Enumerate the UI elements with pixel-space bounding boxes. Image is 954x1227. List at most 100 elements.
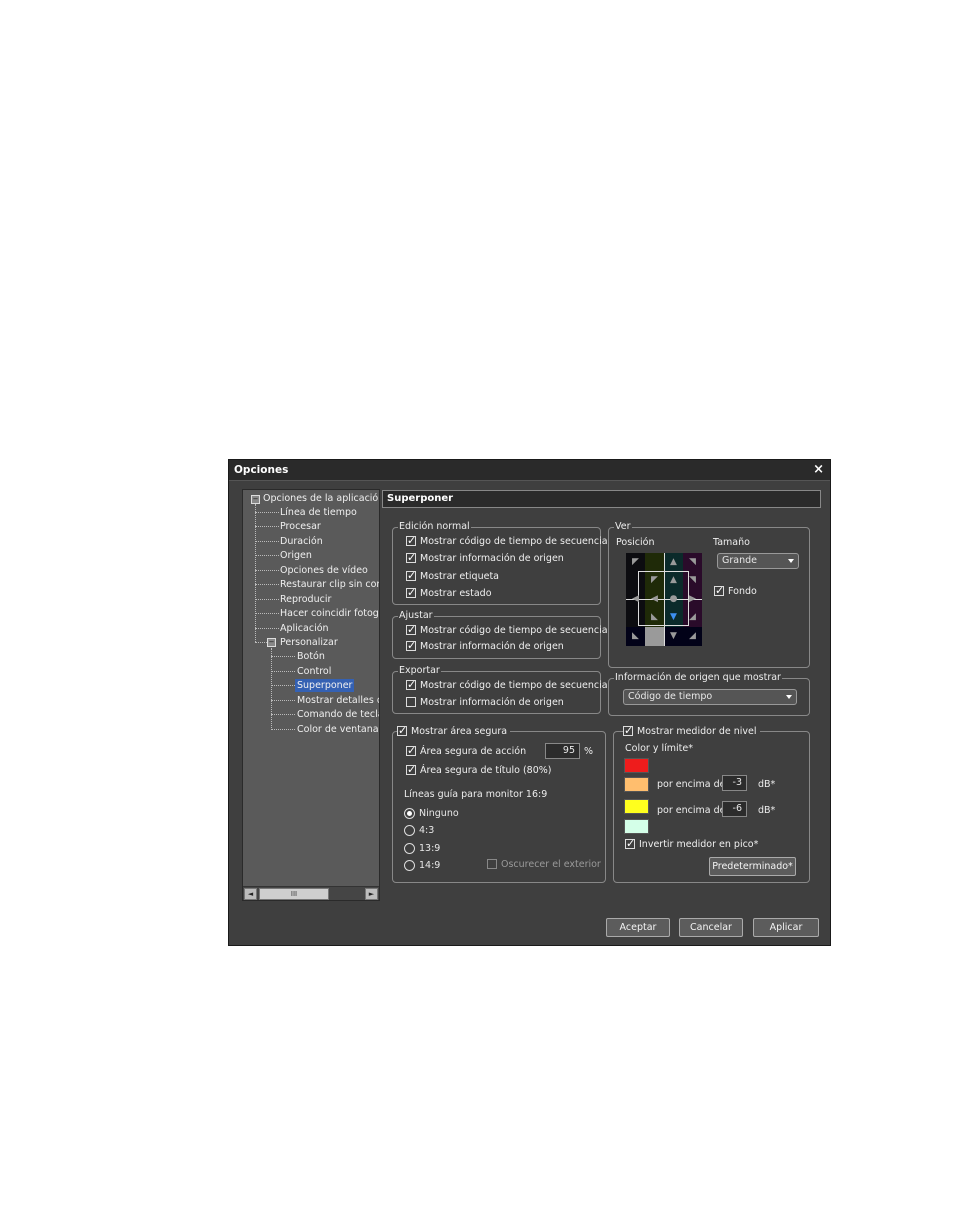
arrow-s-selected-icon[interactable]: ▼ [664, 608, 683, 626]
tree-item-reproducir[interactable]: Reproducir [280, 593, 331, 606]
group-ver: Ver Posición Tamaño ◤ ▲ ◥ ◤ ▲ ◥ ◀ ◀ ● ▶ … [608, 521, 810, 668]
collapse-icon[interactable]: − [267, 638, 276, 647]
checkbox-en-info-origen[interactable]: Mostrar información de origen [406, 551, 564, 566]
tree-item-control[interactable]: Control [297, 665, 331, 678]
arrow-se-icon[interactable]: ◢ [683, 627, 702, 645]
horizontal-scrollbar[interactable]: ◄ III ► [243, 886, 379, 900]
position-grid[interactable]: ◤ ▲ ◥ ◤ ▲ ◥ ◀ ◀ ● ▶ ◣ ▼ ◢ ◣ ▼ ◢ [626, 553, 702, 646]
checkbox-icon[interactable] [406, 534, 416, 547]
checkbox-icon[interactable] [714, 584, 724, 597]
checkbox-icon[interactable] [397, 724, 407, 737]
tree-item-restaurar-clip[interactable]: Restaurar clip sin conexión [280, 578, 379, 591]
arrow-sw-icon[interactable]: ◣ [645, 608, 664, 626]
checkbox-icon[interactable] [406, 678, 416, 691]
close-icon[interactable]: × [813, 462, 824, 477]
arrow-w-icon[interactable]: ◀ [626, 590, 645, 608]
tree-item-mostrar-detalles[interactable]: Mostrar detalles de [297, 694, 379, 707]
arrow-nw-icon[interactable]: ◤ [645, 571, 664, 589]
threshold-input-2[interactable]: -6 [722, 801, 747, 817]
checkbox-icon[interactable] [406, 551, 416, 564]
checkbox-area-titulo[interactable]: Área segura de título (80%) [406, 763, 552, 778]
tree-root[interactable]: Opciones de la aplicación [263, 492, 379, 505]
checkbox-label: Mostrar área segura [411, 726, 508, 737]
arrow-ne-icon[interactable]: ◥ [683, 553, 702, 571]
arrow-n-icon[interactable]: ▲ [664, 571, 683, 589]
tree-item-aplicacion[interactable]: Aplicación [280, 622, 329, 635]
checkbox-en-estado[interactable]: Mostrar estado [406, 586, 492, 601]
radio-ninguno[interactable]: Ninguno [404, 807, 459, 821]
color-swatch-mint[interactable] [624, 819, 649, 834]
checkbox-icon[interactable] [623, 724, 633, 737]
collapse-icon[interactable]: − [251, 495, 260, 504]
tree-item-personalizar[interactable]: Personalizar [280, 636, 338, 649]
radio-icon[interactable] [404, 808, 415, 819]
checkbox-mostrar-medidor[interactable]: Mostrar medidor de nivel [623, 724, 760, 739]
checkbox-oscurecer[interactable]: Oscurecer el exterior [487, 858, 601, 872]
tree-item-opciones-video[interactable]: Opciones de vídeo [280, 564, 368, 577]
arrow-nw-icon[interactable]: ◤ [626, 553, 645, 571]
tree-item-duracion[interactable]: Duración [280, 535, 323, 548]
info-origen-dropdown[interactable]: Código de tiempo [623, 689, 797, 705]
scroll-right-icon[interactable]: ► [365, 888, 378, 900]
arrow-se-icon[interactable]: ◢ [683, 608, 702, 626]
radio-14-9[interactable]: 14:9 [404, 859, 440, 873]
checkbox-ex-info-origen[interactable]: Mostrar información de origen [406, 696, 564, 710]
accion-percent-input[interactable]: 95 [545, 743, 580, 759]
radio-icon[interactable] [404, 843, 415, 854]
group-legend: Exportar [398, 665, 441, 676]
color-swatch-orange[interactable] [624, 777, 649, 792]
db-unit: dB* [758, 805, 776, 816]
radio-13-9[interactable]: 13:9 [404, 842, 440, 856]
checkbox-invertir[interactable]: Invertir medidor en pico* [625, 837, 758, 852]
tree-item-linea-tiempo[interactable]: Línea de tiempo [280, 506, 357, 519]
tree-item-origen[interactable]: Origen [280, 549, 312, 562]
tree-item-boton[interactable]: Botón [297, 650, 325, 663]
radio-icon[interactable] [404, 860, 415, 871]
color-swatch-red[interactable] [624, 758, 649, 773]
arrow-ne-icon[interactable]: ◥ [683, 571, 702, 589]
checkbox-icon[interactable] [487, 859, 497, 869]
radio-4-3[interactable]: 4:3 [404, 824, 434, 838]
chevron-down-icon [788, 559, 794, 563]
aplicar-button[interactable]: Aplicar [753, 918, 819, 937]
tree-item-color-ventana[interactable]: Color de ventana [297, 723, 379, 736]
checkbox-en-timecode[interactable]: Mostrar código de tiempo de secuencia [406, 534, 608, 549]
dialog-title: Opciones [234, 464, 289, 476]
tamano-dropdown[interactable]: Grande [717, 553, 799, 569]
tree-item-comando-teclado[interactable]: Comando de teclado [297, 708, 379, 721]
checkbox-icon[interactable] [406, 623, 416, 636]
arrow-w-icon[interactable]: ◀ [645, 590, 664, 608]
scroll-left-icon[interactable]: ◄ [244, 888, 257, 900]
checkbox-label: Área segura de título (80%) [420, 765, 552, 776]
checkbox-icon[interactable] [625, 837, 635, 850]
arrow-s-icon[interactable]: ▼ [664, 627, 683, 645]
scroll-thumb[interactable]: III [259, 888, 329, 900]
checkbox-icon[interactable] [406, 697, 416, 707]
checkbox-icon[interactable] [406, 586, 416, 599]
arrow-e-icon[interactable]: ▶ [683, 590, 702, 608]
tree-item-superponer[interactable]: Superponer [295, 679, 355, 692]
tree-item-hacer-coincidir[interactable]: Hacer coincidir fotograma [280, 607, 379, 620]
arrow-sw-icon[interactable]: ◣ [626, 627, 645, 645]
checkbox-icon[interactable] [406, 763, 416, 776]
threshold-input-1[interactable]: -3 [722, 775, 747, 791]
cancelar-button[interactable]: Cancelar [679, 918, 743, 937]
checkbox-mostrar-area-segura[interactable]: Mostrar área segura [397, 724, 511, 739]
checkbox-en-etiqueta[interactable]: Mostrar etiqueta [406, 569, 499, 584]
checkbox-aj-info-origen[interactable]: Mostrar información de origen [406, 639, 564, 654]
title-bar: Opciones × [229, 460, 830, 481]
predeterminado-button[interactable]: Predeterminado* [709, 857, 796, 876]
center-icon[interactable]: ● [664, 590, 683, 608]
checkbox-fondo[interactable]: Fondo [714, 584, 757, 599]
aceptar-button[interactable]: Aceptar [606, 918, 670, 937]
radio-icon[interactable] [404, 825, 415, 836]
arrow-n-icon[interactable]: ▲ [664, 553, 683, 571]
checkbox-icon[interactable] [406, 744, 416, 757]
color-swatch-yellow[interactable] [624, 799, 649, 814]
checkbox-ex-timecode[interactable]: Mostrar código de tiempo de secuencia [406, 678, 608, 693]
checkbox-icon[interactable] [406, 639, 416, 652]
checkbox-icon[interactable] [406, 569, 416, 582]
checkbox-aj-timecode[interactable]: Mostrar código de tiempo de secuencia [406, 623, 608, 638]
checkbox-area-accion[interactable]: Área segura de acción [406, 744, 526, 759]
tree-item-procesar[interactable]: Procesar [280, 520, 321, 533]
